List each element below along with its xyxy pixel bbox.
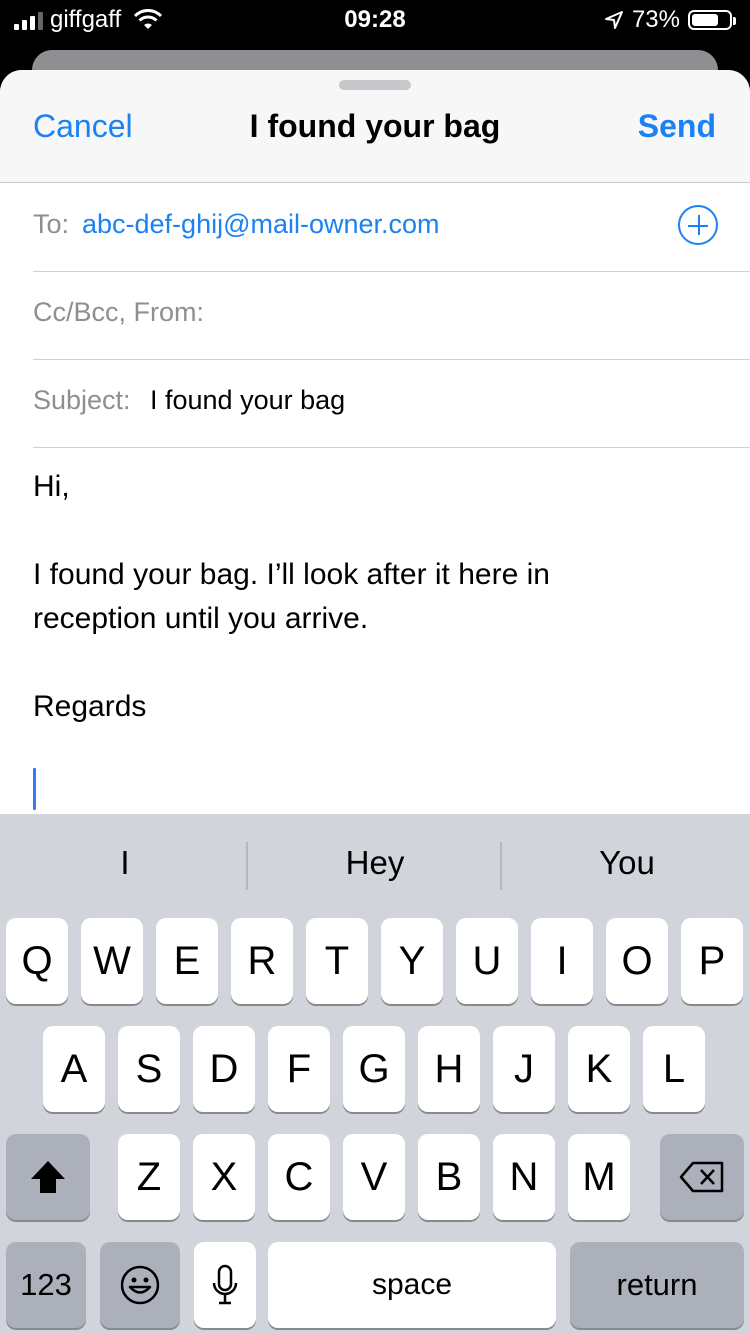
key-c[interactable]: C (268, 1134, 330, 1220)
key-q[interactable]: Q (6, 918, 68, 1004)
key-h[interactable]: H (418, 1026, 480, 1112)
battery-fill (692, 14, 718, 26)
predictive-bar: I Hey You (0, 814, 750, 918)
shift-key[interactable] (6, 1134, 90, 1220)
key-j[interactable]: J (493, 1026, 555, 1112)
subject-label: Subject: (33, 385, 131, 415)
cc-bcc-from-field[interactable]: Cc/Bcc, From: (33, 271, 750, 360)
text-cursor (33, 768, 36, 810)
body-line-1: I found your bag. I’ll look after it her… (33, 558, 550, 591)
send-button[interactable]: Send (638, 108, 716, 145)
emoji-key[interactable] (100, 1242, 180, 1328)
message-body[interactable]: Hi, I found your bag. I’ll look after it… (33, 465, 723, 729)
key-w[interactable]: W (81, 918, 143, 1004)
to-field[interactable]: To: abc-def-ghij@mail-owner.com (33, 183, 750, 272)
sheet-grabber[interactable] (339, 80, 411, 90)
body-line-2: reception until you arrive. (33, 602, 369, 635)
key-d[interactable]: D (193, 1026, 255, 1112)
key-x[interactable]: X (193, 1134, 255, 1220)
dictation-key[interactable] (194, 1242, 256, 1328)
return-key[interactable]: return (570, 1242, 744, 1328)
delete-key[interactable] (660, 1134, 744, 1220)
key-o[interactable]: O (606, 918, 668, 1004)
prediction-divider (246, 842, 248, 890)
key-a[interactable]: A (43, 1026, 105, 1112)
battery-icon (688, 10, 736, 30)
to-recipient[interactable]: abc-def-ghij@mail-owner.com (82, 209, 440, 240)
key-r[interactable]: R (231, 918, 293, 1004)
status-right: 73% (604, 6, 736, 34)
key-i[interactable]: I (531, 918, 593, 1004)
key-v[interactable]: V (343, 1134, 405, 1220)
to-label: To: (33, 209, 70, 239)
body-greeting: Hi, (33, 470, 70, 503)
keyboard: I Hey You QWERTYUIOPASDFGHJKLZXCVBNM 123 (0, 814, 750, 1334)
key-p[interactable]: P (681, 918, 743, 1004)
battery-percentage: 73% (631, 6, 680, 33)
microphone-icon (212, 1264, 238, 1305)
key-m[interactable]: M (568, 1134, 630, 1220)
prediction-3[interactable]: You (502, 844, 750, 882)
backspace-icon (679, 1161, 724, 1193)
cc-bcc-from-label: Cc/Bcc, From: (33, 297, 205, 327)
key-n[interactable]: N (493, 1134, 555, 1220)
key-f[interactable]: F (268, 1026, 330, 1112)
key-b[interactable]: B (418, 1134, 480, 1220)
compose-navbar: Cancel I found your bag Send (0, 70, 750, 183)
emoji-icon (120, 1265, 160, 1305)
key-z[interactable]: Z (118, 1134, 180, 1220)
key-s[interactable]: S (118, 1026, 180, 1112)
shift-icon (31, 1161, 65, 1193)
body-signoff: Regards (33, 690, 147, 723)
key-k[interactable]: K (568, 1026, 630, 1112)
key-e[interactable]: E (156, 918, 218, 1004)
subject-field[interactable]: Subject: I found your bag (33, 359, 750, 448)
prediction-1[interactable]: I (0, 844, 250, 882)
key-t[interactable]: T (306, 918, 368, 1004)
key-l[interactable]: L (643, 1026, 705, 1112)
numbers-key[interactable]: 123 (6, 1242, 86, 1328)
prediction-2[interactable]: Hey (250, 844, 500, 882)
add-contact-icon[interactable] (678, 205, 718, 245)
location-arrow-icon (604, 11, 623, 29)
space-key[interactable]: space (268, 1242, 556, 1328)
key-y[interactable]: Y (381, 918, 443, 1004)
status-bar: giffgaff 09:28 73% (0, 0, 750, 44)
key-g[interactable]: G (343, 1026, 405, 1112)
key-u[interactable]: U (456, 918, 518, 1004)
subject-input[interactable]: I found your bag (150, 385, 345, 416)
